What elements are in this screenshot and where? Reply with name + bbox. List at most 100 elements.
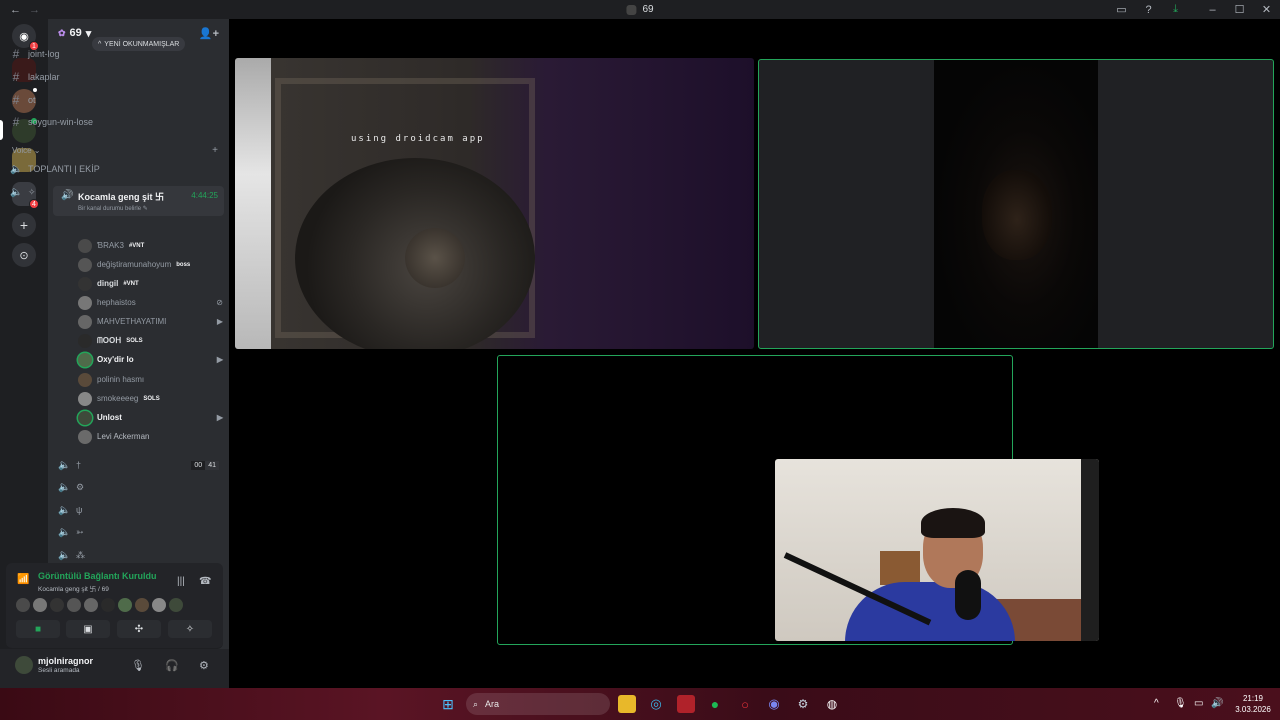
add-member-icon[interactable]: 👤+ [199,27,219,40]
channel-name: TOPLANTI | EKİP [28,164,100,174]
avatar [84,598,98,612]
avatar [78,276,92,291]
channel-status-hint[interactable]: Bir kanal durumu belirle ✎ [78,205,148,212]
opera-icon[interactable]: ○ [736,695,754,713]
member-tag: #VNT [123,280,139,287]
hash-icon: # [12,93,20,107]
headphones-icon[interactable]: 🎧 [165,659,179,672]
voice-channel-toplanti[interactable]: 🔈 TOPLANTI | EKİP [10,159,175,179]
server-name: 69 [69,27,82,39]
volume-icon[interactable]: 🔊 [1211,698,1223,709]
voice-channel-psi[interactable]: 🔈 ψ [58,500,223,520]
avatar [78,257,92,272]
member-name: hephaistos [97,298,136,307]
noise-suppression-icon[interactable]: ||| [177,576,185,587]
discord-taskbar-icon[interactable]: ◉ [765,695,783,713]
speaker-icon: 🔈 [58,481,71,493]
channel-ot[interactable]: # ot [10,90,175,110]
voice-member[interactable]: Oxy'dir lo ▶ [78,351,223,368]
avatar [101,598,115,612]
spotify-icon[interactable]: ● [706,695,724,713]
chevron-up-icon: ^ [98,40,102,48]
voice-channel-path[interactable]: Kocamla geng şit 卐 / 69 [38,583,109,593]
taskbar-search[interactable]: ⌕ Ara [466,693,610,715]
screen-share-button[interactable]: ▣ [66,620,110,638]
speaker-icon: 🔈 [58,459,71,471]
obs-icon[interactable]: ◍ [823,695,841,713]
tray-mic-icon[interactable]: 🎙 [1174,698,1187,709]
voice-status[interactable]: Görüntülü Bağlantı Kuruldu [38,571,157,581]
voice-member[interactable]: ᗰOOᕼ SOLS [78,332,223,349]
explore-icon[interactable]: ⊙ [12,243,36,267]
avatar [78,333,92,348]
taskbar [0,688,1280,720]
download-icon[interactable]: ⤓ [1162,0,1189,19]
signal-icon[interactable]: 📶 [17,574,29,585]
file-explorer-icon[interactable] [618,695,636,713]
add-server-icon[interactable]: + [12,213,36,237]
avatar [33,598,47,612]
voice-member[interactable]: değiştiramunahoyum boss [78,256,223,273]
voice-member[interactable]: smokeeeeg SOLS [78,390,223,407]
taskbar-clock[interactable]: 21:19 3.03.2026 [1230,693,1276,715]
help-icon[interactable]: ? [1135,0,1162,19]
channel-name: ⁂ [76,549,85,560]
steam-icon[interactable]: ⚙ [794,695,812,713]
voice-member[interactable]: MAHVETHAYATIMI ▶ [78,313,223,330]
video-tile-droidcam[interactable]: using droidcam app [235,58,754,349]
voice-member[interactable]: dingil #VNT [78,275,223,292]
active-voice-time: 4:44:25 [191,191,218,200]
close-icon[interactable]: ✕ [1253,0,1280,19]
unread-chip[interactable]: ^ YENİ OKUNMAMIŞLAR [92,37,186,51]
avatar [118,598,132,612]
camera-feed [934,60,1098,348]
microphone-icon[interactable]: 🎙 [131,659,145,672]
minimize-icon[interactable]: – [1199,0,1226,19]
forward-arrow-icon[interactable]: → [29,4,40,16]
title-bar-actions: ▭ ? ⤓ – ☐ ✕ [1108,0,1280,19]
app-icon-red[interactable] [677,695,695,713]
voice-channel-asterism[interactable]: 🔈 ⁂ [58,545,223,565]
voice-member[interactable]: ƁRΑK3 #VNT [78,237,223,254]
camera-button[interactable]: ■ [16,620,60,638]
tray-chevron-icon[interactable]: ^ [1154,698,1159,709]
voice-section-header[interactable]: Voice ⌄ [12,146,41,155]
disconnect-icon[interactable]: ☎ [199,576,211,587]
inbox-icon[interactable]: ▭ [1108,0,1135,19]
windows-start-icon[interactable]: ⊞ [439,695,457,713]
server-badge-icon: ✿ [58,27,66,38]
title-bar: ← → 69 ▭ ? ⤓ – ☐ ✕ [0,0,1280,19]
soundboard-button[interactable]: ✧ [168,620,212,638]
tray-display-icon[interactable]: ▭ [1194,698,1203,709]
back-arrow-icon[interactable]: ← [10,4,21,16]
settings-gear-icon[interactable]: ⚙ [199,659,209,672]
user-avatar[interactable] [15,656,33,674]
member-name: Oxy'dir lo [97,355,134,364]
edge-icon[interactable]: ◎ [647,695,665,713]
voice-member[interactable]: Levi Ackerman [78,428,223,445]
avatar [78,295,92,310]
maximize-icon[interactable]: ☐ [1226,0,1253,19]
channel-lakaplar[interactable]: # lakaplar [10,67,175,87]
video-tile-dark-face[interactable] [758,59,1274,349]
activities-button[interactable]: ✣ [117,620,161,638]
server-icon [626,4,637,15]
video-tile-streamer[interactable] [775,459,1099,641]
voice-member[interactable]: hephaistos ⊘ [78,294,223,311]
voice-member[interactable]: polinin hasmı [78,371,223,388]
voice-channel-gear[interactable]: 🔈 ⚙ [58,477,223,497]
channel-soygun-win-lose[interactable]: # soygun-win-lose [10,112,175,132]
voice-channel-arrow[interactable]: 🔈 ➳ [58,522,223,542]
voice-channel-dagger[interactable]: 🔈 † 00 41 [58,455,223,475]
unread-chip-label: YENİ OKUNMAMIŞLAR [104,40,180,48]
clock-date: 3.03.2026 [1235,705,1271,714]
add-channel-icon[interactable]: + [212,145,218,156]
window-title: 69 [626,4,654,15]
clock-time: 21:19 [1242,694,1264,703]
voice-member[interactable]: Unlost ▶ [78,409,223,426]
speaker-icon: 🔈 [58,504,71,516]
member-tag: SOLS [126,337,143,344]
user-name[interactable]: mjolniragnor [38,656,93,666]
member-name: MAHVETHAYATIMI [97,317,167,326]
door-image [1081,459,1099,641]
